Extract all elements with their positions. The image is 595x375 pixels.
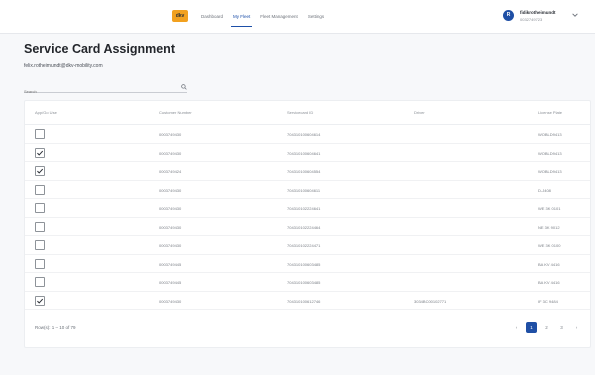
- chevron-down-icon[interactable]: [571, 11, 579, 19]
- customer-number-cell: 0003749445: [159, 280, 182, 285]
- app-use-checkbox[interactable]: [35, 129, 45, 139]
- checkmark-icon: [37, 150, 44, 156]
- nav-dashboard[interactable]: Dashboard: [196, 0, 228, 34]
- servicecard-id-cell: 704310100604611: [287, 187, 321, 193]
- customer-number-cell: 0003749430: [159, 298, 182, 304]
- search-field: [24, 80, 187, 98]
- table-row[interactable]: 0003749430 704310100604641 WOBLD9413: [25, 144, 590, 162]
- header-driver[interactable]: Driver: [414, 110, 425, 115]
- header-servicecard-id[interactable]: Servicecard ID: [287, 110, 313, 115]
- nav-my-fleet[interactable]: My Fleet: [228, 0, 255, 34]
- license-plate-cell: WE 3K 0101: [538, 206, 561, 211]
- servicecard-id-cell: 704310102224641: [287, 206, 321, 211]
- search-input[interactable]: [24, 85, 174, 98]
- customer-number-cell: 0003749430: [159, 243, 182, 248]
- table-row[interactable]: 0003749430 704310102224641 WE 3K 0101: [25, 199, 590, 218]
- app-use-checkbox[interactable]: [35, 221, 45, 232]
- customer-number-cell: 0003749430: [159, 224, 182, 230]
- table-row[interactable]: 0003749430 704310100604614 WOBLD9413: [25, 125, 590, 144]
- table-header: App/Go Use Customer Number Servicecard I…: [25, 101, 590, 125]
- license-plate-cell: BA KV 4416: [538, 261, 560, 267]
- table-row[interactable]: 0003749430 704310100604611 D-J408: [25, 181, 590, 199]
- license-plate-cell: D-J408: [538, 187, 551, 193]
- servicecard-id-cell: 704310100603485: [287, 261, 321, 267]
- app-use-checkbox[interactable]: [35, 258, 45, 269]
- page-2-button[interactable]: 2: [541, 322, 552, 333]
- checkmark-icon: [37, 298, 44, 304]
- app-use-checkbox[interactable]: [35, 184, 45, 195]
- page-1-button[interactable]: 1: [526, 322, 537, 333]
- search-icon[interactable]: [181, 84, 187, 90]
- app-use-checkbox[interactable]: [35, 240, 45, 250]
- app-use-checkbox[interactable]: [35, 277, 45, 287]
- servicecard-id-cell: 704310100603485: [287, 280, 321, 285]
- customer-number-cell: 0003749424: [159, 169, 182, 174]
- app-use-checkbox[interactable]: [35, 203, 45, 213]
- dkv-logo[interactable]: dkv: [172, 10, 188, 22]
- prev-page-button[interactable]: ‹: [511, 322, 522, 333]
- app-use-checkbox[interactable]: [35, 295, 45, 306]
- pagination: ‹ 1 2 3 ›: [511, 322, 586, 333]
- service-card-table: App/Go Use Customer Number Servicecard I…: [24, 100, 591, 348]
- checkmark-icon: [37, 168, 44, 174]
- license-plate-cell: BA KV 4416: [538, 280, 560, 285]
- header-app-go-use[interactable]: App/Go Use: [35, 110, 57, 115]
- app-use-checkbox[interactable]: [35, 147, 45, 158]
- table-row[interactable]: 0003749430 704310102224471 WE 3K 0100: [25, 236, 590, 255]
- table-row[interactable]: 0003749424 704310100604554 WOBLD9413: [25, 162, 590, 181]
- servicecard-id-cell: 704310100604614: [287, 132, 321, 137]
- table-row[interactable]: 0003749430 704310102224464 NE 3K 9012: [25, 218, 590, 236]
- customer-number-cell: 0003749430: [159, 150, 182, 156]
- header-license-plate[interactable]: License Plate: [538, 110, 562, 115]
- servicecard-id-cell: 704310102224471: [287, 243, 321, 248]
- customer-number-cell: 0003749445: [159, 261, 182, 267]
- app-use-checkbox[interactable]: [35, 166, 45, 176]
- servicecard-id-cell: 704310100604554: [287, 169, 321, 174]
- license-plate-cell: WOBLD9413: [538, 169, 562, 174]
- page-title: Service Card Assignment: [24, 42, 175, 56]
- license-plate-cell: WOBLD9413: [538, 150, 562, 156]
- page-3-button[interactable]: 3: [556, 322, 567, 333]
- servicecard-id-cell: 704310102224464: [287, 224, 321, 230]
- table-footer: Row(s): 1 – 10 of 79 ‹ 1 2 3 ›: [25, 311, 590, 349]
- table-row[interactable]: 0003749430 704310100612746 3034BC0010277…: [25, 292, 590, 310]
- servicecard-id-cell: 704310100604641: [287, 150, 321, 156]
- nav-settings[interactable]: Settings: [303, 0, 329, 34]
- customer-number-cell: 0003749430: [159, 132, 182, 137]
- nav-fleet-management[interactable]: Fleet Management: [255, 0, 303, 34]
- license-plate-cell: WE 3K 0100: [538, 243, 561, 248]
- license-plate-cell: NE 3K 9012: [538, 224, 560, 230]
- customer-number-cell: 0003749430: [159, 206, 182, 211]
- table-row[interactable]: 0003749445 704310100603485 BA KV 4416: [25, 255, 590, 273]
- top-bar: dkv Dashboard My Fleet Fleet Management …: [0, 0, 595, 34]
- table-row[interactable]: 0003749445 704310100603485 BA KV 4416: [25, 273, 590, 292]
- customer-number-cell: 0003749430: [159, 187, 182, 193]
- next-page-button[interactable]: ›: [571, 322, 582, 333]
- user-email: felix.rotheimundt@dkv-mobility.com: [24, 63, 103, 69]
- driver-cell: 3034BC00102771: [414, 298, 447, 304]
- rows-count: Row(s): 1 – 10 of 79: [35, 325, 76, 330]
- main-nav: Dashboard My Fleet Fleet Management Sett…: [196, 0, 329, 34]
- license-plate-cell: WOBLD9413: [538, 132, 562, 137]
- servicecard-id-cell: 704310100612746: [287, 298, 321, 304]
- header-customer-number[interactable]: Customer Number: [159, 110, 192, 115]
- user-customer-number: 0032749723: [520, 16, 543, 22]
- license-plate-cell: IF 3C 9484: [538, 298, 558, 304]
- user-name: fidikrotheimundt: [520, 10, 556, 15]
- avatar[interactable]: R: [503, 10, 514, 21]
